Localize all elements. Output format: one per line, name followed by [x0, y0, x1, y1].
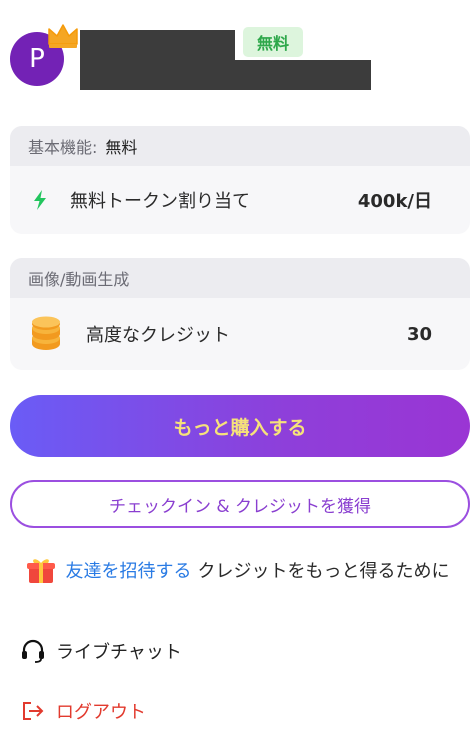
- free-token-value: 400k/日: [357, 191, 432, 212]
- invite-row: 友達を招待する クレジットをもっと得るために: [0, 552, 475, 588]
- plan-badge: 無料: [243, 27, 303, 57]
- headset-icon: [22, 639, 44, 663]
- live-chat-label: ライブチャット: [56, 642, 182, 663]
- gift-icon: [26, 559, 55, 583]
- logout-label: ログアウト: [56, 702, 146, 723]
- invite-suffix-text: クレジットをもっと得るために: [197, 561, 450, 582]
- bolt-icon: [34, 190, 46, 210]
- basic-features-header-label: 基本機能:: [28, 138, 98, 157]
- logout-item[interactable]: ログアウト: [20, 694, 146, 728]
- user-avatar-area[interactable]: P: [10, 22, 78, 86]
- image-video-card: 画像/動画生成 高度なクレジット 30: [10, 258, 470, 370]
- basic-features-header-value: 無料: [105, 138, 138, 157]
- redacted-username: [80, 30, 235, 60]
- basic-features-header: 基本機能: 無料: [10, 126, 470, 166]
- advanced-credit-row: 高度なクレジット 30: [10, 298, 470, 370]
- live-chat-item[interactable]: ライブチャット: [20, 634, 182, 668]
- crown-icon: [48, 24, 78, 48]
- advanced-credit-label: 高度なクレジット: [86, 325, 230, 346]
- image-video-header: 画像/動画生成: [10, 258, 470, 298]
- redacted-email: [80, 60, 371, 90]
- checkin-credit-button[interactable]: チェックイン & クレジットを獲得: [10, 480, 470, 528]
- free-token-row: 無料トークン割り当て 400k/日: [10, 166, 470, 234]
- buy-more-button[interactable]: もっと購入する: [10, 395, 470, 457]
- invite-friends-link[interactable]: 友達を招待する: [66, 557, 192, 583]
- advanced-credit-value: 30: [406, 323, 432, 345]
- coins-icon: [32, 316, 60, 350]
- free-token-label: 無料トークン割り当て: [70, 191, 250, 212]
- logout-icon: [23, 702, 44, 720]
- basic-features-card: 基本機能: 無料 無料トークン割り当て 400k/日: [10, 126, 470, 234]
